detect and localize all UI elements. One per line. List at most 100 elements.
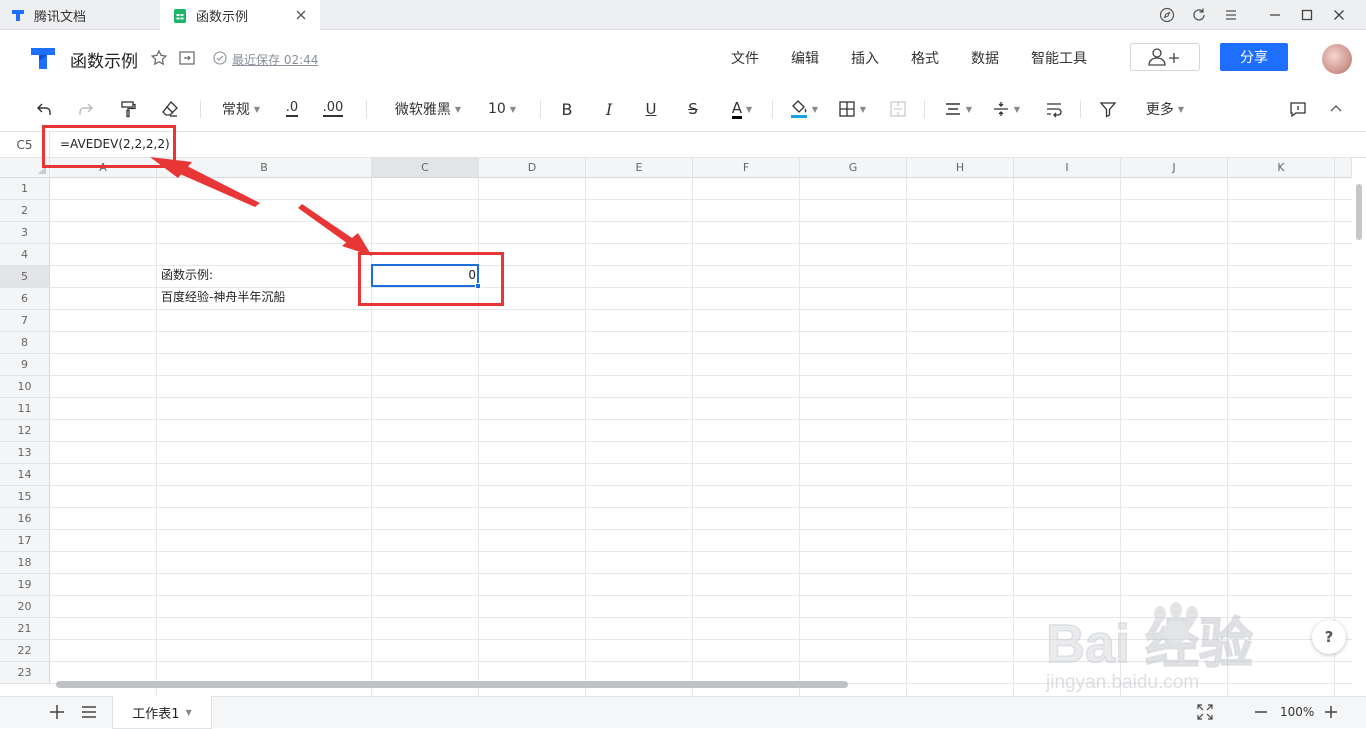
zoom-out-icon[interactable] xyxy=(1253,704,1269,720)
row-header[interactable]: 17 xyxy=(0,530,50,552)
font-family-dropdown[interactable]: 微软雅黑 ▼ xyxy=(390,96,466,122)
help-button[interactable]: ? xyxy=(1312,620,1346,654)
italic-button[interactable]: I xyxy=(598,96,620,122)
close-tab-icon[interactable] xyxy=(294,8,308,22)
text-wrap-icon[interactable] xyxy=(1042,96,1066,122)
column-header[interactable]: E xyxy=(586,158,693,178)
menu-format[interactable]: 格式 xyxy=(911,48,939,68)
menu-file[interactable]: 文件 xyxy=(731,48,759,68)
grid-row-line xyxy=(50,309,1352,310)
column-header[interactable]: H xyxy=(907,158,1014,178)
strikethrough-button[interactable]: S xyxy=(682,96,704,122)
sheet-tab[interactable]: 工作表1 ▼ xyxy=(112,696,212,729)
row-header[interactable]: 11 xyxy=(0,398,50,420)
row-header[interactable]: 3 xyxy=(0,222,50,244)
grid-row-line xyxy=(50,529,1352,530)
horizontal-align-button[interactable]: ▼ xyxy=(940,96,976,122)
row-header[interactable]: 21 xyxy=(0,618,50,640)
row-header[interactable]: 19 xyxy=(0,574,50,596)
menu-data[interactable]: 数据 xyxy=(971,48,999,68)
font-color-button[interactable]: A ▼ xyxy=(724,96,760,122)
tab-tencent-docs[interactable]: 腾讯文档 xyxy=(10,0,160,30)
row-header[interactable]: 4 xyxy=(0,244,50,266)
menu-insert[interactable]: 插入 xyxy=(851,48,879,68)
hamburger-menu-icon[interactable] xyxy=(1214,0,1248,30)
comment-icon[interactable] xyxy=(1286,96,1310,122)
column-header[interactable]: F xyxy=(693,158,800,178)
row-header[interactable]: 9 xyxy=(0,354,50,376)
redo-icon[interactable] xyxy=(74,96,98,122)
decrease-decimal-button[interactable]: .0 xyxy=(280,96,304,122)
increase-decimal-button[interactable]: .00 xyxy=(318,96,348,122)
minimize-icon[interactable] xyxy=(1258,0,1292,30)
row-header[interactable]: 10 xyxy=(0,376,50,398)
move-to-folder-icon[interactable] xyxy=(178,49,196,67)
horizontal-scroll-thumb[interactable] xyxy=(56,681,848,688)
tab-function-example[interactable]: 函数示例 xyxy=(160,0,320,31)
column-header[interactable]: J xyxy=(1121,158,1228,178)
row-header[interactable]: 13 xyxy=(0,442,50,464)
row-header[interactable]: 20 xyxy=(0,596,50,618)
format-painter-icon[interactable] xyxy=(116,96,140,122)
sheet-list-icon[interactable] xyxy=(80,703,98,721)
menu-smart-tools[interactable]: 智能工具 xyxy=(1031,48,1087,68)
compass-icon[interactable] xyxy=(1150,0,1184,30)
tencent-docs-logo-icon[interactable] xyxy=(28,44,58,72)
font-size-dropdown[interactable]: 10 ▼ xyxy=(484,96,520,122)
merge-cells-icon[interactable] xyxy=(886,96,910,122)
add-collaborator-button[interactable] xyxy=(1130,43,1200,71)
column-header[interactable]: I xyxy=(1014,158,1121,178)
underline-button[interactable]: U xyxy=(640,96,662,122)
row-header[interactable]: 1 xyxy=(0,178,50,200)
menu-edit[interactable]: 编辑 xyxy=(791,48,819,68)
row-header[interactable]: 16 xyxy=(0,508,50,530)
chevron-down-icon: ▼ xyxy=(509,104,516,114)
clear-format-icon[interactable] xyxy=(158,96,182,122)
row-header[interactable]: 22 xyxy=(0,640,50,662)
save-status[interactable]: 最近保存 02:44 xyxy=(232,51,318,68)
fill-color-button[interactable]: ▼ xyxy=(786,96,822,122)
number-format-dropdown[interactable]: 常规 ▼ xyxy=(218,96,264,122)
row-header[interactable]: 7 xyxy=(0,310,50,332)
document-title[interactable]: 函数示例 xyxy=(70,47,138,72)
cell-b6[interactable]: 百度经验-神舟半年沉船 xyxy=(161,286,285,308)
bold-button[interactable]: B xyxy=(556,96,578,122)
row-header[interactable]: 14 xyxy=(0,464,50,486)
share-button[interactable]: 分享 xyxy=(1220,43,1288,71)
more-dropdown[interactable]: 更多 ▼ xyxy=(1140,96,1190,122)
zoom-in-icon[interactable] xyxy=(1323,704,1339,720)
cell-b5[interactable]: 函数示例: xyxy=(161,264,213,286)
add-sheet-icon[interactable] xyxy=(48,703,66,721)
sheet-footer: 工作表1 ▼ 100% xyxy=(0,696,1366,729)
row-header[interactable]: 15 xyxy=(0,486,50,508)
vertical-scroll-thumb[interactable] xyxy=(1356,184,1362,240)
column-header[interactable]: K xyxy=(1228,158,1335,178)
fullscreen-icon[interactable] xyxy=(1196,703,1214,721)
maximize-icon[interactable] xyxy=(1290,0,1324,30)
column-header[interactable]: B xyxy=(157,158,372,178)
row-header[interactable]: 6 xyxy=(0,288,50,310)
column-header[interactable]: G xyxy=(800,158,907,178)
column-header[interactable]: D xyxy=(479,158,586,178)
filter-icon[interactable] xyxy=(1096,96,1120,122)
refresh-icon[interactable] xyxy=(1182,0,1216,30)
collapse-toolbar-icon[interactable] xyxy=(1324,96,1348,122)
vertical-align-button[interactable]: ▼ xyxy=(988,96,1024,122)
toolbar-divider xyxy=(366,100,367,118)
row-header[interactable]: 8 xyxy=(0,332,50,354)
saved-check-icon xyxy=(213,51,227,65)
undo-icon[interactable] xyxy=(32,96,56,122)
border-button[interactable]: ▼ xyxy=(834,96,870,122)
row-header[interactable]: 5 xyxy=(0,266,50,288)
vertical-scrollbar[interactable] xyxy=(1352,158,1366,696)
star-icon[interactable] xyxy=(150,49,168,67)
row-header[interactable]: 2 xyxy=(0,200,50,222)
grid-row-line xyxy=(50,485,1352,486)
close-window-icon[interactable] xyxy=(1322,0,1356,30)
column-header[interactable]: C xyxy=(372,158,479,178)
row-header[interactable]: 18 xyxy=(0,552,50,574)
user-avatar[interactable] xyxy=(1322,44,1352,74)
row-header[interactable]: 12 xyxy=(0,420,50,442)
row-header[interactable]: 23 xyxy=(0,662,50,684)
grid-row-line xyxy=(50,441,1352,442)
